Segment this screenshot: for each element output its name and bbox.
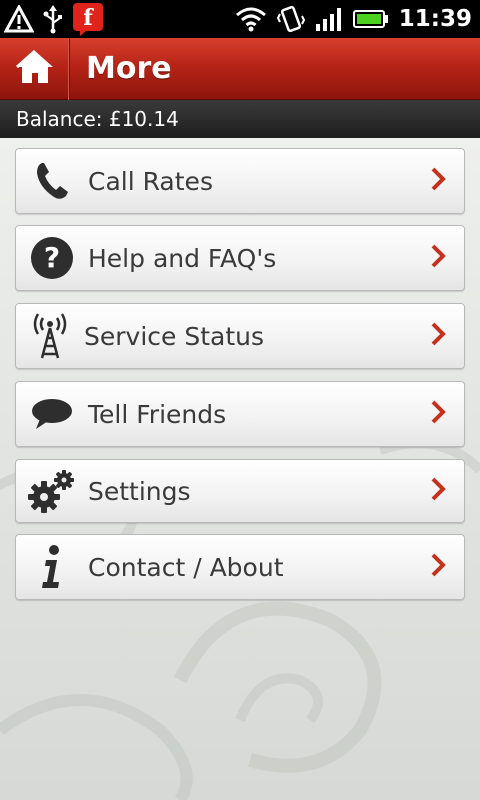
menu-item-label: Tell Friends bbox=[88, 399, 227, 429]
signal-icon bbox=[315, 6, 343, 32]
menu-item-label: Settings bbox=[88, 476, 191, 506]
gears-icon bbox=[16, 459, 88, 523]
chevron-right-icon bbox=[430, 477, 446, 505]
phone-icon bbox=[16, 148, 88, 214]
menu-item-label: Service Status bbox=[84, 321, 265, 351]
menu-item-label: Help and FAQ's bbox=[88, 243, 277, 273]
status-clock: 11:39 bbox=[398, 6, 472, 32]
home-icon bbox=[15, 48, 55, 90]
menu-item-tell-friends[interactable]: Tell Friends bbox=[15, 381, 465, 447]
menu-item-call-rates[interactable]: Call Rates bbox=[15, 148, 465, 214]
flipboard-icon: f bbox=[72, 2, 104, 36]
svg-text:?: ? bbox=[44, 241, 60, 274]
menu-item-settings[interactable]: Settings bbox=[15, 459, 465, 523]
chevron-right-icon bbox=[430, 400, 446, 428]
vibrate-icon bbox=[276, 4, 305, 34]
menu-item-label: Contact / About bbox=[88, 552, 284, 582]
balance-bar: Balance: £10.14 bbox=[0, 100, 480, 138]
antenna-icon bbox=[16, 303, 84, 369]
speech-bubble-icon bbox=[16, 381, 88, 447]
battery-icon bbox=[352, 9, 389, 29]
chevron-right-icon bbox=[430, 322, 446, 350]
page-title: More bbox=[86, 51, 172, 86]
usb-icon bbox=[42, 4, 64, 34]
help-icon: ? bbox=[16, 225, 88, 291]
info-icon bbox=[16, 534, 88, 600]
chevron-right-icon bbox=[430, 553, 446, 581]
status-bar: f 11:39 bbox=[0, 0, 480, 38]
menu-item-contact-about[interactable]: Contact / About bbox=[15, 534, 465, 600]
wifi-icon bbox=[235, 6, 267, 32]
chevron-right-icon bbox=[430, 244, 446, 272]
chevron-right-icon bbox=[430, 167, 446, 195]
menu-item-label: Call Rates bbox=[88, 166, 213, 196]
menu-item-service-status[interactable]: Service Status bbox=[15, 303, 465, 369]
balance-text: Balance: £10.14 bbox=[16, 107, 179, 131]
home-button[interactable] bbox=[0, 37, 70, 100]
warning-icon bbox=[4, 5, 34, 33]
svg-text:f: f bbox=[83, 5, 94, 31]
app-header: More bbox=[0, 37, 480, 100]
menu-item-help-faqs[interactable]: ? Help and FAQ's bbox=[15, 225, 465, 291]
